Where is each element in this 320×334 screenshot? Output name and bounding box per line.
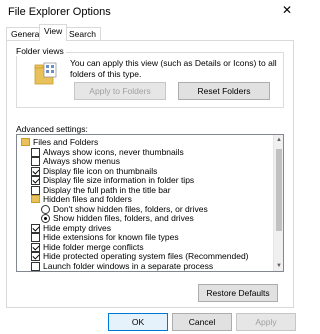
tree-row-label: Hidden files and folders [43,194,132,204]
ok-button[interactable]: OK [108,313,168,331]
checkbox[interactable] [31,223,40,233]
folder-views-icon [34,62,57,85]
tree-row-label: Launch folder windows in a separate proc… [43,260,214,271]
checkbox[interactable] [31,242,40,252]
checkbox[interactable] [31,252,40,261]
checkbox[interactable] [31,157,40,166]
scroll-up-icon[interactable]: ▲ [274,135,283,145]
checkbox[interactable] [31,176,40,185]
advanced-settings-label: Advanced settings: [16,124,88,134]
checkbox[interactable] [31,233,40,242]
tree-row-label: Display the full path in the title bar [43,184,171,195]
scroll-down-icon[interactable]: ▼ [274,261,283,271]
tree-row-label: Always show menus [43,156,121,166]
checkbox[interactable] [31,185,40,195]
tree-row-label: Display file size information in folder … [43,175,195,185]
folder-views-title: Folder views [16,46,66,56]
checkbox[interactable] [31,166,40,176]
reset-folders-button[interactable]: Reset Folders [178,82,270,100]
folder-icon [21,138,30,146]
scroll-thumb[interactable] [276,149,282,231]
tree-scrollbar[interactable]: ▲ ▼ [273,135,283,271]
apply-button[interactable]: Apply [236,313,296,331]
checkbox[interactable] [31,147,40,157]
tree-row-label: Show hidden files, folders, and drives [53,213,194,223]
tree-row-label: Files and Folders [33,137,99,147]
restore-defaults-button[interactable]: Restore Defaults [198,284,278,302]
checkbox[interactable] [31,261,40,271]
radio-button[interactable] [41,204,50,214]
tree-row-label: Don't show hidden files, folders, or dri… [53,203,208,214]
tab-view[interactable]: View [39,24,68,41]
folder-views-description: You can apply this view (such as Details… [70,58,277,79]
window-title: File Explorer Options [8,6,111,18]
tree-row-label: Hide protected operating system files (R… [43,251,249,261]
close-icon[interactable]: ✕ [280,3,294,17]
cancel-button[interactable]: Cancel [172,313,232,331]
tree-row-label: Hide extensions for known file types [43,232,179,242]
tree-row-label: Always show icons, never thumbnails [43,146,184,157]
tab-search[interactable]: Search [64,27,101,41]
tree-row-label: Display file icon on thumbnails [43,165,158,176]
advanced-settings-tree[interactable]: Files and Folders Always show icons, neve… [16,134,284,272]
tree-row-label: Hide empty drives [43,222,112,233]
folder-icon [31,195,40,203]
apply-to-folders-button[interactable]: Apply to Folders [74,82,166,100]
tree-row-label: Hide folder merge conflicts [43,241,144,252]
